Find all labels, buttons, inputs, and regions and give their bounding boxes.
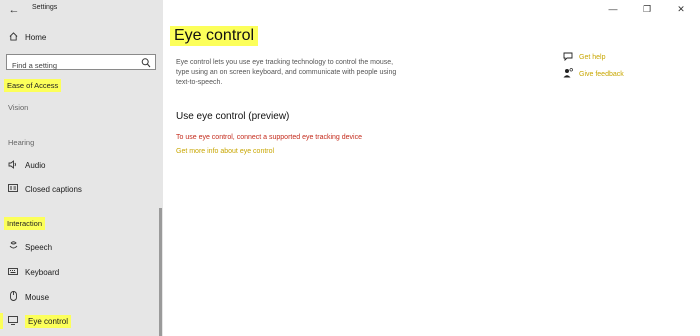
section-hearing: Hearing <box>8 138 35 147</box>
keyboard-icon <box>7 267 19 277</box>
section-heading: Use eye control (preview) <box>176 111 290 122</box>
page-title: Eye control <box>170 26 259 46</box>
search-input[interactable] <box>7 58 137 73</box>
section-interaction: Interaction <box>4 217 46 230</box>
sidebar-item-keyboard[interactable]: Keyboard <box>0 262 160 282</box>
sidebar-item-label: Closed captions <box>25 184 82 194</box>
sidebar: ← Settings Home Ease of Access Vision He… <box>0 0 163 336</box>
closed-captions-icon <box>7 184 19 194</box>
section-vision: Vision <box>8 103 29 112</box>
title-bar: ← Settings <box>0 0 163 20</box>
error-message: To use eye control, connect a supported … <box>176 134 362 141</box>
more-info-link[interactable]: Get more info about eye control <box>176 148 274 155</box>
sidebar-item-mouse[interactable]: Mouse <box>0 287 160 307</box>
sidebar-scrollbar[interactable] <box>159 208 162 336</box>
speaker-icon <box>7 159 19 171</box>
sidebar-item-eye-control[interactable]: Eye control <box>0 311 160 331</box>
minimize-button[interactable]: — <box>598 0 628 18</box>
get-help-link[interactable]: Get help <box>562 52 605 63</box>
get-help-label: Get help <box>579 54 606 61</box>
sidebar-item-label: Speech <box>25 242 53 252</box>
mouse-icon <box>7 291 19 303</box>
search-icon[interactable] <box>141 56 151 68</box>
feedback-person-icon <box>562 68 574 80</box>
sidebar-item-label: Home <box>25 32 47 42</box>
search-box[interactable] <box>6 54 156 73</box>
sidebar-item-speech[interactable]: Speech <box>0 237 160 257</box>
sidebar-item-label: Keyboard <box>25 267 60 277</box>
give-feedback-label: Give feedback <box>579 70 624 78</box>
give-feedback-link[interactable]: Give feedback <box>562 68 624 80</box>
page-description: Eye control lets you use eye tracking te… <box>176 59 397 86</box>
chat-bubble-icon <box>562 52 574 63</box>
sidebar-item-home[interactable]: Home <box>0 27 160 47</box>
sidebar-item-label: Mouse <box>25 292 50 302</box>
sidebar-item-audio[interactable]: Audio <box>0 155 160 175</box>
window-title: Settings <box>32 4 58 11</box>
close-button[interactable]: ✕ <box>666 0 696 18</box>
microphone-icon <box>7 241 19 253</box>
back-arrow-icon[interactable]: ← <box>6 2 22 18</box>
sidebar-item-label: Eye control <box>25 314 72 328</box>
category-heading: Ease of Access <box>4 79 62 92</box>
sidebar-item-closed-captions[interactable]: Closed captions <box>0 179 160 199</box>
home-icon <box>7 31 19 43</box>
sidebar-item-label: Audio <box>25 160 46 170</box>
restore-button[interactable]: ❐ <box>632 0 662 18</box>
eye-control-icon <box>7 315 19 327</box>
